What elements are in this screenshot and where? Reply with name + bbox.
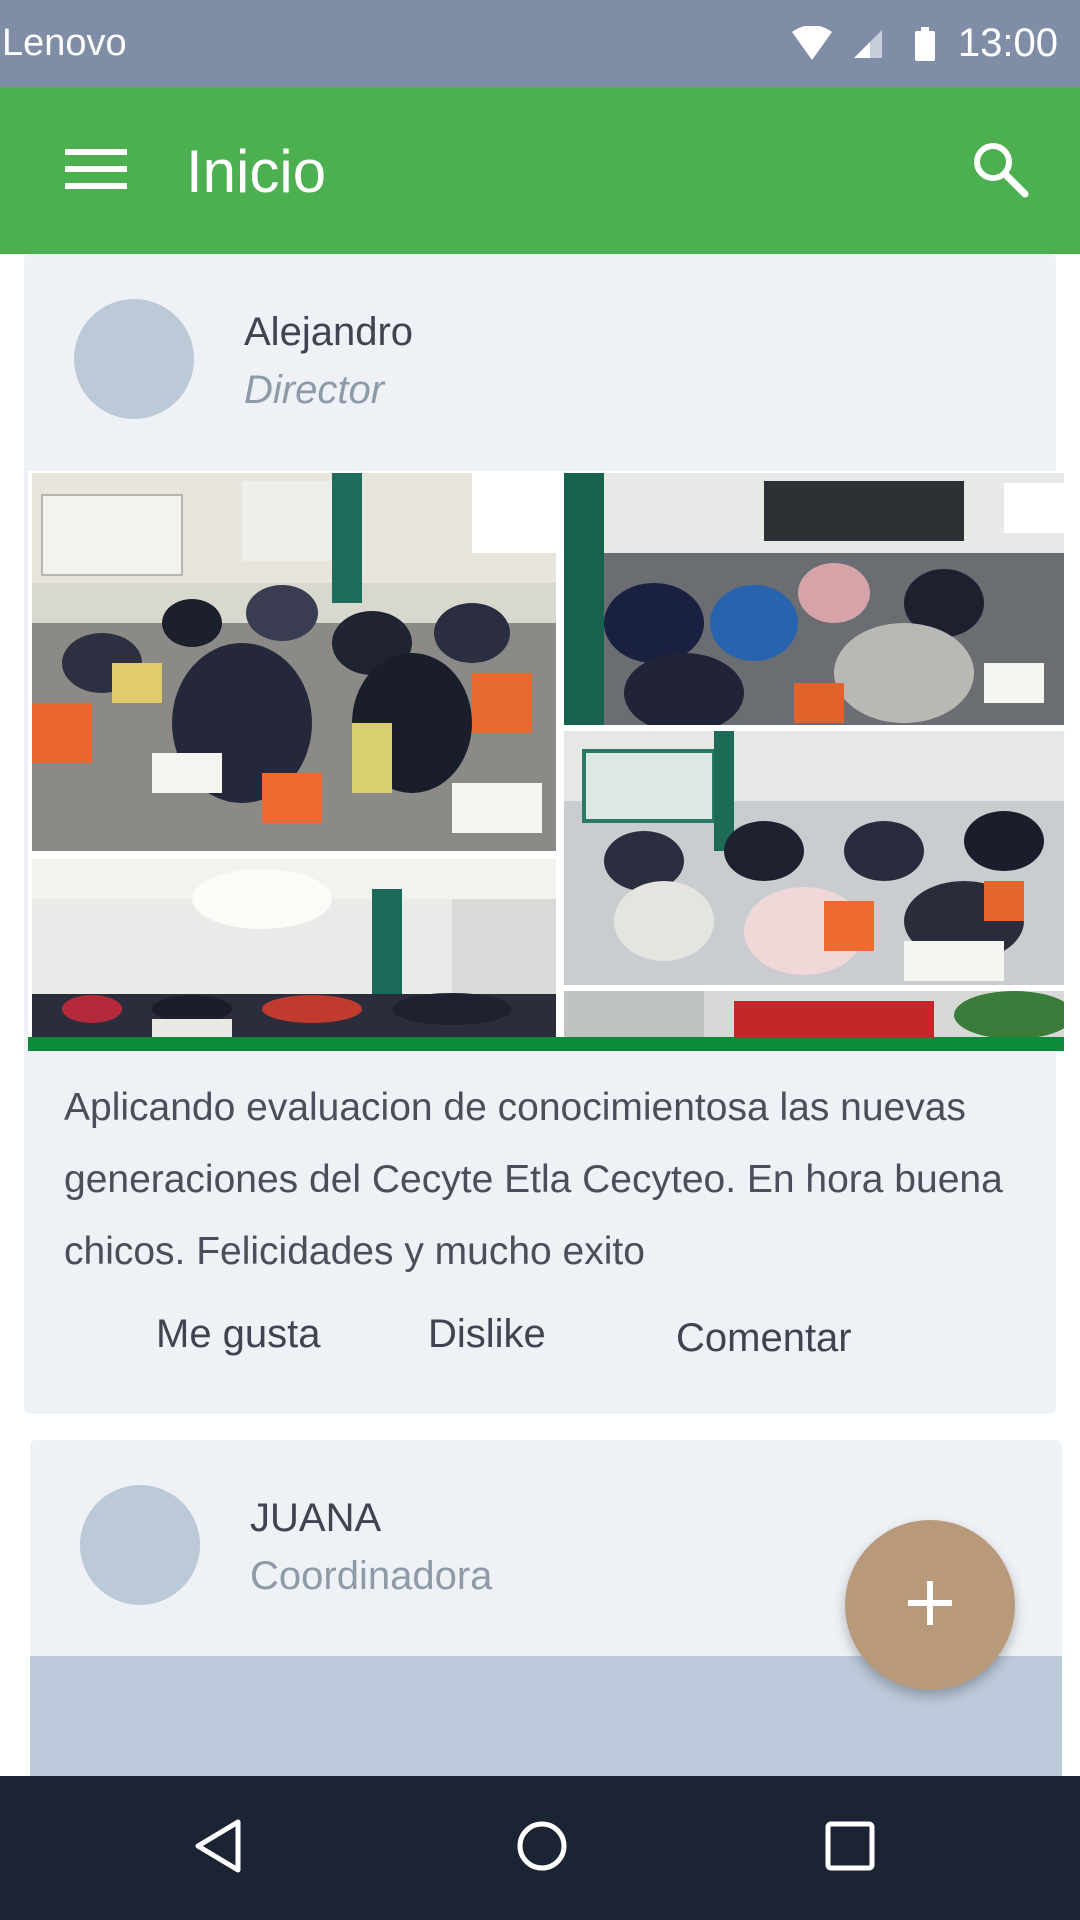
signal-icon <box>852 28 884 60</box>
post-photo <box>32 859 556 1037</box>
like-button[interactable]: Me gusta <box>156 1312 321 1357</box>
menu-icon <box>65 147 127 196</box>
clock: 13:00 <box>957 21 1058 65</box>
author-name[interactable]: Alejandro <box>244 310 413 355</box>
status-bar: Lenovo 13:00 <box>0 0 1080 87</box>
author-role: Coordinadora <box>250 1554 493 1598</box>
search-icon <box>971 140 1029 203</box>
plus-icon <box>906 1579 954 1632</box>
navigation-bar <box>0 1776 1080 1920</box>
battery-icon <box>914 26 936 61</box>
page-title: Inicio <box>186 138 327 205</box>
home-button[interactable] <box>492 1798 592 1898</box>
post-photo-collage[interactable] <box>28 471 1064 1051</box>
collage-divider <box>28 1037 1064 1051</box>
comment-button[interactable]: Comentar <box>676 1316 852 1361</box>
post-card: Alejandro Director Aplicando evaluacion … <box>24 254 1064 1414</box>
post-photo <box>564 731 1064 985</box>
back-icon <box>190 1818 246 1879</box>
post-text: Aplicando evaluacion de conocimientosa l… <box>64 1086 1003 1273</box>
author-role: Director <box>244 368 385 412</box>
author-name[interactable]: JUANA <box>250 1496 381 1541</box>
status-icons: 13:00 <box>790 0 1080 87</box>
recents-button[interactable] <box>800 1798 900 1898</box>
search-button[interactable] <box>960 131 1040 211</box>
add-post-button[interactable] <box>845 1520 1015 1690</box>
home-icon <box>514 1818 570 1879</box>
menu-button[interactable] <box>56 139 136 203</box>
post-photo <box>32 473 556 851</box>
back-button[interactable] <box>168 1798 268 1898</box>
post-photo <box>564 473 1064 725</box>
screen: Lenovo 13:00 Inicio Alejandro Director A… <box>0 0 1080 1920</box>
dislike-button[interactable]: Dislike <box>428 1312 546 1357</box>
recents-icon <box>822 1818 878 1879</box>
avatar[interactable] <box>80 1485 200 1605</box>
carrier-name: Lenovo <box>2 22 127 64</box>
avatar[interactable] <box>74 299 194 419</box>
post-photo <box>564 991 1064 1037</box>
app-bar: Inicio <box>0 87 1080 254</box>
wifi-icon <box>790 25 834 62</box>
